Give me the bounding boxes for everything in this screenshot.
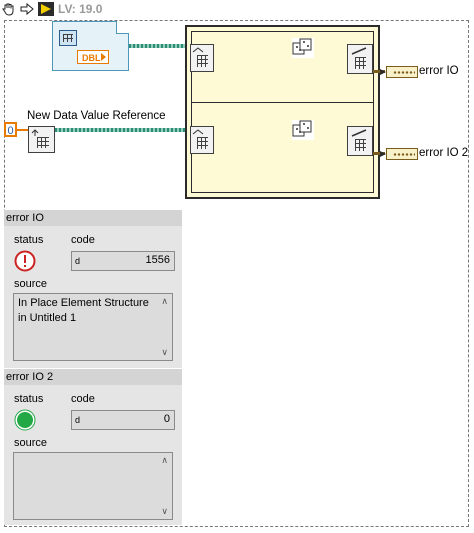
- run-icon[interactable]: [38, 2, 54, 16]
- code-field[interactable]: d 0: [71, 410, 175, 430]
- dbl-arrow-icon: [101, 53, 106, 61]
- new-dvr-node[interactable]: [28, 126, 55, 153]
- dvr-write-node-2[interactable]: [347, 126, 373, 156]
- error-io-terminal[interactable]: [380, 66, 418, 78]
- fold-corner: [116, 21, 129, 34]
- code-value: 1556: [145, 254, 170, 266]
- hand-tool-icon[interactable]: [2, 2, 16, 16]
- error-status-icon[interactable]: [14, 250, 36, 272]
- dice-icon: [292, 120, 314, 140]
- dice-icon: [292, 38, 314, 58]
- code-value: 0: [163, 413, 170, 425]
- source-field[interactable]: In Place Element Structure in Untitled 1…: [13, 293, 173, 361]
- numeric-constant[interactable]: 0: [4, 122, 17, 137]
- dvr-write-node-1[interactable]: [347, 44, 373, 74]
- scroll-down-icon[interactable]: ∨: [161, 507, 168, 516]
- scroll-down-icon[interactable]: ∨: [161, 348, 168, 357]
- source-label: source: [14, 278, 48, 290]
- ipe-divider: [192, 102, 373, 103]
- error-io-cluster: status code d 1556 source In Place Eleme…: [4, 226, 182, 368]
- radix-label: d: [75, 256, 81, 266]
- dvr-read-node-2[interactable]: [190, 126, 214, 154]
- class-icon: [59, 30, 77, 46]
- version-label: LV: 19.0: [58, 2, 103, 16]
- step-arrow-icon[interactable]: [20, 2, 34, 16]
- status-label: status: [14, 393, 44, 405]
- source-text: In Place Element Structure in Untitled 1: [18, 297, 149, 324]
- cluster-title: error IO: [4, 210, 182, 226]
- class-wire: [129, 44, 189, 48]
- scroll-up-icon[interactable]: ∧: [161, 456, 168, 465]
- code-label: code: [71, 234, 95, 246]
- radix-label: d: [75, 415, 81, 425]
- code-label: code: [71, 393, 95, 405]
- dvr-read-node-1[interactable]: [190, 44, 214, 72]
- source-field[interactable]: ∧ ∨: [13, 452, 173, 520]
- error-io-2-terminal[interactable]: [380, 148, 418, 160]
- error-io-2-terminal-label: error IO 2: [419, 147, 469, 159]
- cluster-title: error IO 2: [4, 369, 182, 385]
- status-label: status: [14, 234, 44, 246]
- class-wire-2: [55, 128, 189, 132]
- error-io-terminal-label: error IO: [419, 65, 459, 77]
- ok-status-icon[interactable]: [14, 409, 36, 431]
- source-label: source: [14, 437, 48, 449]
- error-io-2-cluster: status code d 0 source ∧ ∨: [4, 385, 182, 525]
- scroll-up-icon[interactable]: ∧: [161, 297, 168, 306]
- new-dvr-label: New Data Value Reference: [27, 110, 166, 122]
- class-constant[interactable]: DBL: [52, 21, 129, 71]
- code-field[interactable]: d 1556: [71, 251, 175, 271]
